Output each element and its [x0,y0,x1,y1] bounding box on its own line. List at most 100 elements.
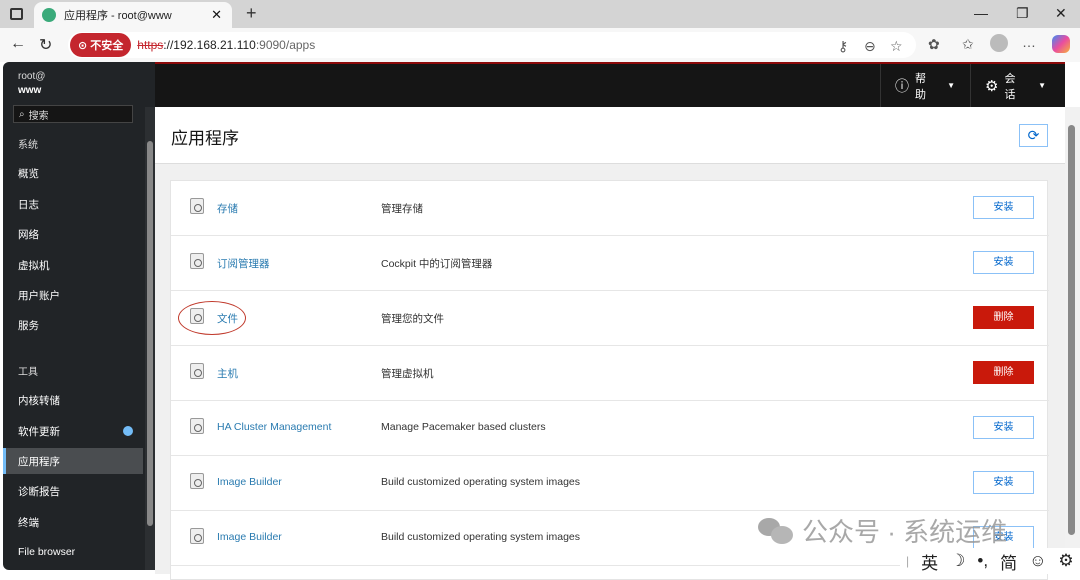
sidebar-scrollbar[interactable] [145,107,155,570]
browser-tab[interactable]: 应用程序 - root@www ✕ [34,2,232,28]
install-button[interactable]: 安装 [973,196,1034,219]
page-title: 应用程序 [171,129,239,148]
star-icon[interactable]: ☆ [890,38,903,55]
package-icon [190,528,204,544]
punctuation-icon[interactable]: •, [977,551,988,571]
sidebar-section-heading: 工具 [3,357,143,383]
back-icon[interactable]: ← [10,35,26,53]
sidebar-scroll-thumb[interactable] [147,141,153,526]
sidebar-item[interactable]: 用户账户 [3,282,143,308]
sidebar-item[interactable]: 诊断报告 [3,478,143,504]
app-description: Cockpit 中的订阅管理器 [381,258,493,270]
caret-down-icon: ▼ [1038,81,1046,90]
sidebar-item[interactable]: 网络 [3,221,143,247]
sidebar-item[interactable]: File browser [3,539,143,565]
copilot-icon[interactable] [1052,35,1070,53]
ime-lang-toggle[interactable]: 英 [921,549,938,574]
app-row: HA Cluster Management Manage Pacemaker b… [171,401,1049,456]
browser-tab-bar: 应用程序 - root@www ✕ + — ❐ ✕ [0,0,1080,28]
app-name-link[interactable]: Image Builder [217,476,282,488]
insecure-badge[interactable]: ⊙ 不安全 [70,33,132,57]
page-scroll-thumb[interactable] [1068,125,1075,535]
host-switcher[interactable]: root@ www [18,70,45,98]
sidebar-item[interactable]: 服务 [3,312,143,338]
remove-button[interactable]: 删除 [973,361,1034,384]
app-row: 主机 管理虚拟机 删除 [171,346,1049,401]
moon-icon[interactable]: ☽ [950,551,965,571]
close-window-icon[interactable]: ✕ [1055,5,1067,22]
app-name-link[interactable]: Image Builder [217,531,282,543]
wechat-logo-icon [758,517,794,544]
app-name-link[interactable]: 订阅管理器 [217,256,270,271]
page-scrollbar[interactable] [1065,107,1080,574]
favorites-icon[interactable]: ✩ [962,36,974,53]
url-path: :9090/apps [255,38,316,52]
page-header: 应用程序 ⟳ [155,107,1065,164]
app-row: 文件 管理您的文件 删除 [171,291,1049,346]
sidebar-item[interactable]: 概览 [3,160,143,186]
sidebar-item-label: 工具 [18,366,38,378]
app-name-link[interactable]: 存储 [217,201,238,216]
app-description: 管理虚拟机 [381,368,434,380]
sidebar-item-label: File browser [18,546,76,558]
sidebar-item[interactable]: 日志 [3,191,143,217]
help-icon: ⓘ [895,77,909,94]
app-row: 订阅管理器 Cockpit 中的订阅管理器 安装 [171,236,1049,291]
sidebar-search-input[interactable]: ⌕ 搜索 [13,105,133,123]
sidebar-item-label: 诊断报告 [18,485,60,498]
sidebar-item[interactable]: 内核转储 [3,387,143,413]
help-menu[interactable]: ⓘ 帮助 ▼ [880,64,969,107]
cockpit-header: ⓘ 帮助 ▼ ⚙ 会话 ▼ [155,62,1065,107]
sidebar-item-label: 服务 [18,319,39,332]
package-icon [190,418,204,434]
highlight-annotation-circle [178,301,246,335]
watermark-text: 公众号 · 系统运维 [802,517,1008,547]
app-description: 管理存储 [381,203,423,215]
sidebar-item[interactable]: 软件更新 [3,418,143,444]
url-field[interactable]: ⊙ 不安全 https://192.168.21.110:9090/apps ⚷… [68,32,916,58]
sidebar-item-label: 虚拟机 [18,259,50,272]
restore-icon[interactable]: ❐ [1016,5,1029,22]
install-button[interactable]: 安装 [973,471,1034,494]
tab-title: 应用程序 - root@www [64,10,172,22]
extensions-icon[interactable]: ✿ [928,36,940,53]
install-button[interactable]: 安装 [973,416,1034,439]
tab-actions-icon[interactable] [10,8,23,20]
ime-toolbar: | 英 ☽ •, 简 ☺ ⚙ [900,548,1080,574]
sidebar-item[interactable]: 终端 [3,509,143,535]
session-menu[interactable]: ⚙ 会话 ▼ [970,64,1060,107]
more-icon[interactable]: … [1022,34,1036,50]
url-host: ://192.168.21.110 [163,38,256,52]
session-label: 会话 [1004,72,1016,101]
install-button[interactable]: 安装 [973,251,1034,274]
app-description: Build customized operating system images [381,531,581,543]
app-name-link[interactable]: 主机 [217,366,238,381]
sidebar-item-label: 系统 [18,139,38,151]
zoom-out-icon[interactable]: ⊖ [864,38,876,55]
emoji-icon[interactable]: ☺ [1029,551,1046,571]
search-icon: ⌕ [19,108,25,120]
cockpit-favicon-icon [42,8,56,22]
profile-avatar[interactable] [990,34,1008,52]
app-row: Image Builder Build customized operating… [171,456,1049,511]
new-tab-icon[interactable]: + [246,3,257,24]
sidebar-section-heading: 系统 [3,130,143,156]
minimize-icon[interactable]: — [974,5,988,21]
app-row: 存储 管理存储 安装 [171,181,1049,236]
sidebar-item[interactable]: 虚拟机 [3,252,143,278]
remove-button[interactable]: 删除 [973,306,1034,329]
insecure-label: 不安全 [90,40,124,52]
package-icon [190,363,204,379]
reload-icon[interactable]: ↻ [39,35,52,55]
ime-mode-toggle[interactable]: 简 [1000,549,1017,574]
caret-down-icon: ▼ [947,81,955,90]
search-placeholder: 搜索 [28,110,49,122]
sidebar-item-label: 网络 [18,228,39,241]
key-icon[interactable]: ⚷ [838,38,848,55]
sidebar-item-label: 内核转储 [18,394,60,407]
sidebar-item[interactable]: 应用程序 [3,448,143,474]
settings-icon[interactable]: ⚙ [1058,551,1073,571]
app-name-link[interactable]: HA Cluster Management [217,421,331,433]
refresh-button[interactable]: ⟳ [1019,124,1048,147]
close-tab-icon[interactable]: ✕ [211,7,232,23]
